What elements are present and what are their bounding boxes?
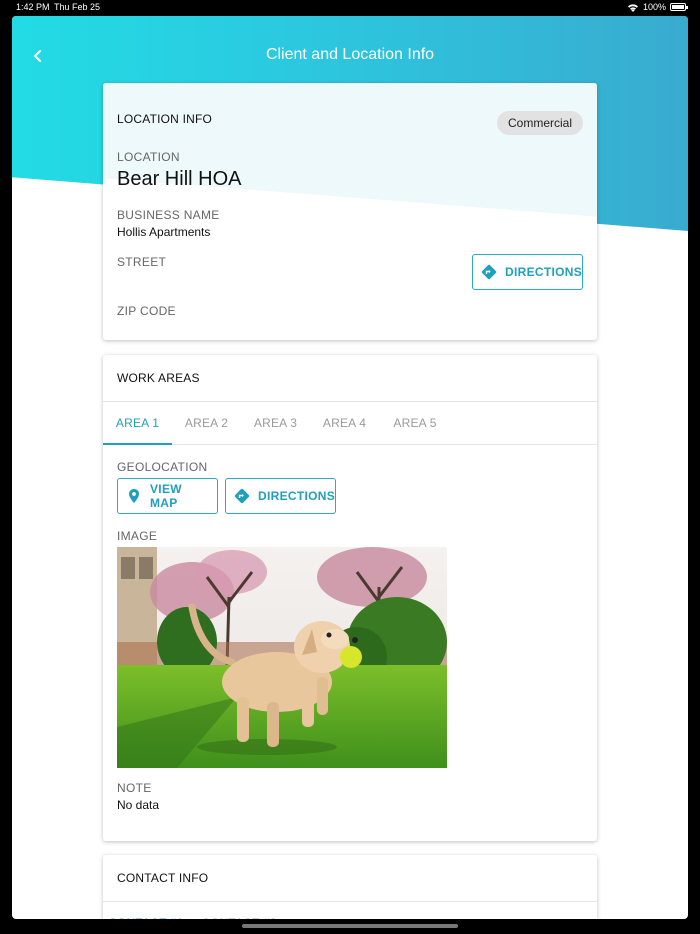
view-map-button[interactable]: VIEW MAP (117, 478, 218, 514)
battery-icon (670, 3, 688, 11)
status-bar: 1:42 PM Thu Feb 25 100% (0, 0, 700, 14)
image-label: IMAGE (117, 529, 158, 543)
status-date: Thu Feb 25 (54, 2, 101, 12)
status-indicators: 100% (627, 2, 688, 12)
location-value: Bear Hill HOA (117, 168, 242, 190)
wifi-icon (627, 2, 639, 12)
tab-area-4[interactable]: AREA 4 (310, 402, 379, 445)
note-value: No data (117, 798, 160, 812)
work-areas-card: WORK AREAS AREA 1 AREA 2 AREA 3 AREA 4 A… (103, 355, 597, 841)
location-directions-label: DIRECTIONS (505, 265, 583, 279)
location-info-heading: LOCATION INFO (117, 112, 213, 126)
contact-tabs: CONTACT #1 CONTACT #2 (103, 901, 597, 919)
zip-code-label: ZIP CODE (117, 304, 176, 318)
app-screen: Client and Location Info LOCATION INFO C… (12, 16, 688, 919)
home-indicator[interactable] (242, 924, 458, 928)
work-areas-heading: WORK AREAS (117, 371, 200, 385)
business-name-label: BUSINESS NAME (117, 208, 220, 222)
tab-area-3[interactable]: AREA 3 (241, 402, 310, 445)
note-label: NOTE (117, 781, 152, 795)
map-pin-icon (125, 487, 143, 505)
directions-icon (480, 263, 498, 281)
property-type-chip: Commercial (496, 111, 583, 135)
view-map-label: VIEW MAP (150, 482, 182, 510)
tab-contact-1[interactable]: CONTACT #1 (103, 902, 189, 919)
tab-contact-2[interactable]: CONTACT #2 (189, 902, 289, 919)
geolocation-label: GEOLOCATION (117, 460, 208, 474)
area-photo[interactable] (117, 547, 447, 768)
tab-area-5[interactable]: AREA 5 (379, 402, 451, 445)
location-label: LOCATION (117, 150, 180, 164)
work-area-tabs: AREA 1 AREA 2 AREA 3 AREA 4 AREA 5 (103, 401, 597, 445)
tab-area-2[interactable]: AREA 2 (172, 402, 241, 445)
battery-percent: 100% (642, 2, 666, 12)
business-name-value: Hollis Apartments (117, 225, 211, 239)
street-label: STREET (117, 255, 167, 269)
status-time: 1:42 PM (16, 2, 50, 12)
contact-info-card: CONTACT INFO CONTACT #1 CONTACT #2 (103, 855, 597, 919)
area-directions-label: DIRECTIONS (258, 489, 336, 503)
area-directions-button[interactable]: DIRECTIONS (225, 478, 336, 514)
location-info-card: LOCATION INFO Commercial LOCATION Bear H… (103, 83, 597, 340)
contact-info-heading: CONTACT INFO (117, 871, 209, 885)
tab-area-1[interactable]: AREA 1 (103, 402, 172, 445)
page-title: Client and Location Info (265, 46, 435, 63)
directions-icon (233, 487, 251, 505)
location-directions-button[interactable]: DIRECTIONS (472, 254, 583, 290)
